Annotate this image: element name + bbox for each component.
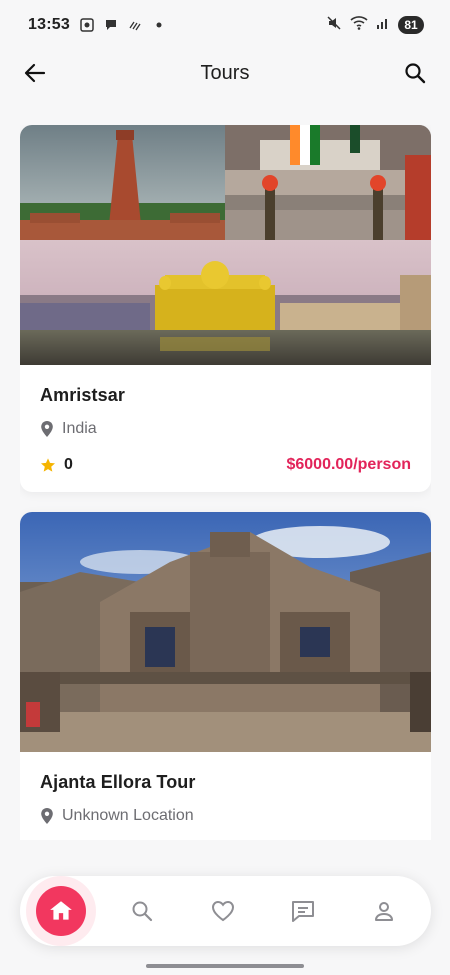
battery-badge: 81	[398, 16, 424, 34]
heart-icon	[211, 900, 234, 922]
rating: 0	[40, 456, 73, 474]
signal-slash-icon	[128, 18, 142, 32]
nav-profile[interactable]	[359, 886, 409, 936]
meta-row: 0 $6000.00/person	[40, 456, 411, 474]
tour-card[interactable]: Amristsar India 0 $6000.00/person	[20, 125, 431, 492]
back-arrow-icon	[24, 63, 46, 83]
home-icon	[50, 901, 72, 920]
nav-home[interactable]	[36, 886, 86, 936]
amritsar-collage-image	[20, 125, 431, 365]
app-bar: Tours	[0, 50, 450, 96]
home-indicator	[146, 964, 304, 968]
wifi-icon	[350, 15, 368, 36]
search-icon	[132, 901, 152, 922]
screen-record-icon	[80, 18, 94, 32]
status-left: 13:53	[28, 16, 166, 34]
bottom-nav	[20, 876, 431, 946]
chat-icon	[292, 901, 315, 922]
tour-location: Unknown Location	[62, 807, 194, 824]
search-icon	[405, 63, 426, 84]
tour-image[interactable]	[20, 512, 431, 752]
tour-price: $6000.00/person	[286, 456, 411, 473]
tour-image[interactable]	[20, 125, 431, 365]
tour-title[interactable]: Ajanta Ellora Tour	[40, 772, 411, 793]
back-button[interactable]	[20, 58, 50, 88]
tour-title[interactable]: Amristsar	[40, 385, 411, 406]
status-time: 13:53	[28, 16, 70, 33]
cell-signal-icon	[376, 16, 390, 35]
status-bar: 13:53 81	[0, 0, 450, 50]
tour-list[interactable]: Amristsar India 0 $6000.00/person Ajanta…	[20, 125, 431, 840]
location-pin-icon	[41, 808, 53, 824]
location-pin-icon	[41, 421, 53, 437]
message-icon	[104, 18, 118, 32]
tour-card-body: Ajanta Ellora Tour Unknown Location	[20, 752, 431, 840]
location-row: Unknown Location	[40, 807, 411, 825]
person-icon	[375, 902, 393, 921]
search-button[interactable]	[400, 58, 430, 88]
tour-card[interactable]: Ajanta Ellora Tour Unknown Location	[20, 512, 431, 840]
tour-card-body: Amristsar India 0 $6000.00/person	[20, 365, 431, 492]
mute-icon	[326, 15, 342, 36]
nav-messages[interactable]	[278, 886, 328, 936]
page-title: Tours	[200, 61, 250, 84]
tour-location: India	[62, 420, 97, 437]
status-right: 81	[326, 15, 424, 36]
ellora-caves-image	[20, 512, 431, 752]
nav-search[interactable]	[117, 886, 167, 936]
dot-icon	[152, 18, 166, 32]
nav-favorites[interactable]	[198, 886, 248, 936]
rating-value: 0	[64, 456, 73, 473]
location-row: India	[40, 420, 411, 438]
star-icon	[41, 458, 55, 472]
